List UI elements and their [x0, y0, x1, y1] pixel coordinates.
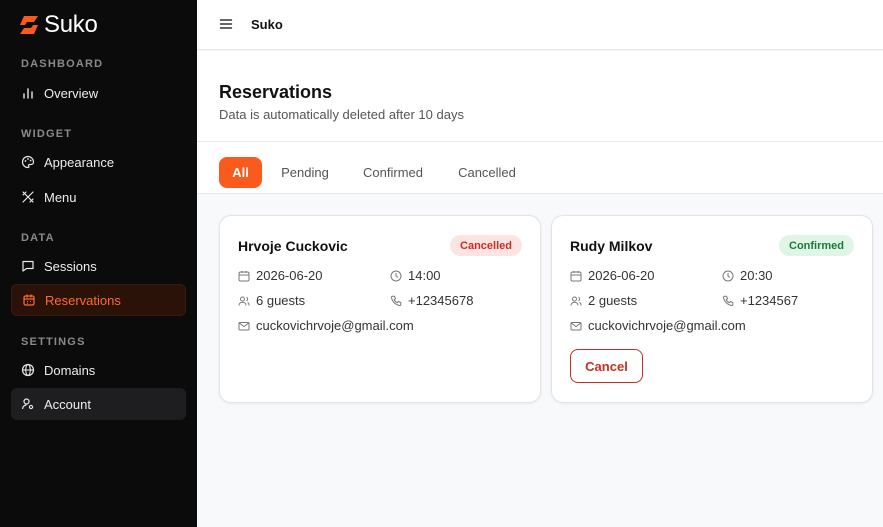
guest-name: Hrvoje Cuckovic: [238, 238, 348, 254]
status-badge: Confirmed: [779, 235, 854, 256]
clock-icon: [722, 270, 734, 281]
reservation-email: cuckovichrvoje@gmail.com: [570, 318, 746, 333]
tab-confirmed[interactable]: Confirmed: [350, 157, 436, 188]
clock-icon: [390, 270, 402, 281]
section-settings: SETTINGS: [21, 336, 86, 348]
top-bar: Suko: [197, 0, 883, 50]
calendar-icon: [23, 294, 35, 306]
sidebar-item-label: Domains: [44, 362, 96, 378]
sidebar-item-label: Appearance: [44, 154, 115, 170]
message-icon: [22, 260, 34, 272]
sidebar-item-label: Menu: [44, 189, 77, 205]
sidebar: Suko DASHBOARD Overview WIDGET Appearanc…: [0, 0, 197, 527]
menu-icon[interactable]: [219, 17, 233, 31]
sidebar-item-label: Reservations: [45, 292, 121, 308]
mail-icon: [570, 321, 582, 330]
utensils-icon: [22, 191, 34, 203]
sidebar-item-overview[interactable]: Overview: [11, 77, 186, 109]
sidebar-item-reservations[interactable]: Reservations: [11, 284, 186, 316]
phone-icon: [391, 295, 402, 306]
reservation-card: Rudy Milkov Confirmed 2026-06-20 20:30 2…: [551, 215, 873, 403]
palette-icon: [21, 155, 35, 169]
tab-pending[interactable]: Pending: [270, 157, 340, 188]
sidebar-item-menu[interactable]: Menu: [11, 181, 186, 213]
reservation-time: 20:30: [722, 268, 773, 283]
bar-chart-icon: [23, 88, 33, 99]
section-data: DATA: [21, 232, 55, 244]
reservation-guests: 6 guests: [238, 293, 305, 308]
sidebar-item-label: Account: [44, 396, 91, 412]
reservation-date: 2026-06-20: [238, 268, 323, 283]
sidebar-item-label: Sessions: [44, 258, 97, 274]
section-widget: WIDGET: [21, 128, 73, 140]
users-icon: [570, 296, 582, 306]
app-logo[interactable]: Suko: [18, 11, 98, 39]
sidebar-item-sessions[interactable]: Sessions: [11, 250, 186, 282]
calendar-icon: [238, 270, 250, 281]
reservation-guests: 2 guests: [570, 293, 637, 308]
sidebar-item-domains[interactable]: Domains: [11, 354, 186, 386]
mail-icon: [238, 321, 250, 330]
reservation-email: cuckovichrvoje@gmail.com: [238, 318, 414, 333]
section-dashboard: DASHBOARD: [21, 58, 104, 70]
status-badge: Cancelled: [450, 235, 522, 256]
sidebar-item-label: Overview: [44, 85, 99, 101]
sidebar-item-appearance[interactable]: Appearance: [11, 146, 186, 178]
calendar-icon: [570, 270, 582, 281]
filter-tabs: All Pending Confirmed Cancelled: [197, 142, 883, 194]
reservation-card: Hrvoje Cuckovic Cancelled 2026-06-20 14:…: [219, 215, 541, 403]
app-name: Suko: [44, 11, 98, 38]
breadcrumb: Suko: [251, 17, 283, 32]
reservation-time: 14:00: [390, 268, 441, 283]
guest-name: Rudy Milkov: [570, 238, 653, 254]
reservation-phone: +1234567: [722, 293, 798, 308]
tab-all[interactable]: All: [219, 157, 262, 188]
phone-icon: [723, 295, 734, 306]
user-cog-icon: [21, 398, 34, 410]
users-icon: [238, 296, 250, 306]
suko-logo-icon: [20, 16, 38, 34]
tab-cancelled[interactable]: Cancelled: [445, 157, 529, 188]
reservation-phone: +12345678: [390, 293, 473, 308]
sidebar-item-account[interactable]: Account: [11, 388, 186, 420]
globe-icon: [21, 363, 35, 377]
page-subtitle: Data is automatically deleted after 10 d…: [219, 107, 464, 122]
page-title: Reservations: [219, 82, 333, 102]
cancel-reservation-button[interactable]: Cancel: [570, 349, 643, 383]
reservation-date: 2026-06-20: [570, 268, 655, 283]
page-header: Reservations Data is automatically delet…: [197, 51, 883, 142]
